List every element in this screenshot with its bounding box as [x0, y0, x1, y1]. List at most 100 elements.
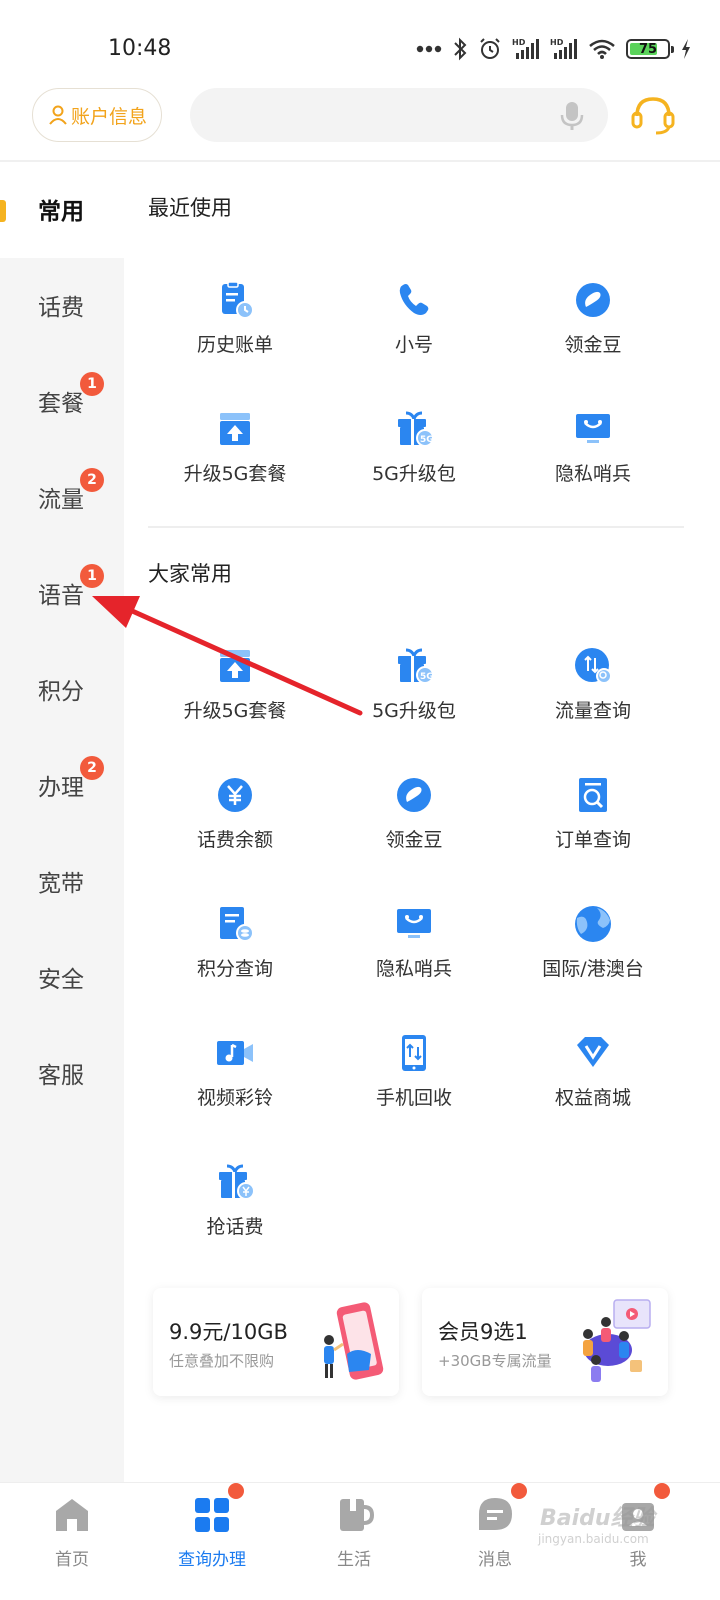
account-info-button[interactable]: 账户信息	[32, 88, 162, 142]
grid-item-privacy-sentinel[interactable]: 隐私哨兵	[324, 904, 504, 1014]
grid-item-label: 权益商城	[554, 1087, 631, 1109]
notification-badge: 1	[80, 564, 104, 588]
data-query-icon	[573, 646, 613, 686]
notification-badge: 2	[80, 756, 104, 780]
promo-title: 9.9元/10GB	[169, 1320, 288, 1344]
search-input[interactable]	[210, 88, 550, 142]
category-sidebar: 常用 话费 套餐 1 流量 2 语音 1 积分 办理 2 宽带 安全 客服	[0, 162, 124, 1482]
more-dots-icon	[416, 45, 442, 53]
phone-icon	[394, 280, 434, 320]
watermark-sub: jingyan.baidu.com	[538, 1532, 649, 1546]
grid-item-label: 话费余额	[196, 829, 273, 851]
privacy-monitor-icon	[394, 904, 434, 944]
active-indicator	[0, 200, 6, 222]
grid-item-label: 视频彩铃	[196, 1087, 273, 1109]
search-bar[interactable]	[190, 88, 608, 142]
phone-recycle-icon	[394, 1033, 434, 1073]
video-ringtone-icon	[215, 1033, 255, 1073]
promo-card-data-pack[interactable]: 9.9元/10GB 任意叠加不限购	[153, 1288, 399, 1396]
account-info-label: 账户信息	[70, 105, 147, 128]
nav-query-handle[interactable]: 查询办理	[140, 1483, 284, 1600]
grid-item-points-query[interactable]: 积分查询	[145, 904, 325, 1014]
bean-icon	[394, 775, 434, 815]
grid-item-label: 隐私哨兵	[375, 958, 452, 980]
notification-dot	[511, 1483, 527, 1499]
microphone-icon[interactable]	[560, 100, 584, 132]
svg-text:5G: 5G	[420, 435, 434, 445]
order-search-icon	[573, 775, 613, 815]
status-icons: HD HD 75	[416, 34, 692, 64]
watermark: Baidu经验	[540, 1506, 655, 1531]
sidebar-item-label: 客服	[38, 1063, 84, 1089]
grid-item-label: 升级5G套餐	[183, 463, 287, 485]
globe-icon	[573, 904, 613, 944]
sidebar-item-voice[interactable]: 语音 1	[0, 546, 124, 642]
grid-item-grab-credit[interactable]: 抢话费	[145, 1162, 325, 1272]
grid-item-sub-number[interactable]: 小号	[324, 280, 504, 390]
grid-item-gold-bean[interactable]: 领金豆	[503, 280, 683, 390]
gift-5g-icon: 5G	[394, 409, 434, 449]
grid-item-label: 升级5G套餐	[183, 700, 287, 722]
grid-item-bill-history[interactable]: 历史账单	[145, 280, 325, 390]
sidebar-item-security[interactable]: 安全	[0, 930, 124, 1026]
sidebar-item-plan[interactable]: 套餐 1	[0, 354, 124, 450]
sidebar-item-service[interactable]: 客服	[0, 1026, 124, 1122]
nav-label: 消息	[478, 1550, 512, 1570]
user-icon	[49, 105, 67, 125]
status-time: 10:48	[108, 36, 172, 61]
nav-label: 首页	[55, 1550, 89, 1570]
notification-dot	[654, 1483, 670, 1499]
recent-section-title: 最近使用	[148, 196, 232, 220]
grid-item-rights-mall[interactable]: 权益商城	[503, 1033, 683, 1143]
points-icon	[215, 904, 255, 944]
grid-item-phone-recycle[interactable]: 手机回收	[324, 1033, 504, 1143]
status-bar: 10:48 HD HD 75	[0, 0, 720, 90]
grid-item-label: 手机回收	[375, 1087, 452, 1109]
promo-title: 会员9选1	[438, 1320, 528, 1344]
grid-item-5g-pack[interactable]: 5G 5G升级包	[324, 409, 504, 519]
grid-item-privacy-sentinel[interactable]: 隐私哨兵	[503, 409, 683, 519]
battery-icon: 75	[626, 39, 674, 59]
grid-item-label: 积分查询	[196, 958, 273, 980]
grid-item-gold-bean[interactable]: 领金豆	[324, 775, 504, 885]
gift-5g-icon: 5G	[394, 646, 434, 686]
sidebar-item-label: 话费	[38, 295, 84, 321]
yuan-icon	[215, 775, 255, 815]
hd-signal-icon: HD	[512, 38, 539, 59]
sidebar-item-data[interactable]: 流量 2	[0, 450, 124, 546]
sidebar-item-broadband[interactable]: 宽带	[0, 834, 124, 930]
grid-item-international[interactable]: 国际/港澳台	[503, 904, 683, 1014]
nav-label: 生活	[337, 1550, 371, 1570]
grid-item-label: 领金豆	[564, 334, 622, 356]
promo-phone-illustration	[324, 1302, 384, 1380]
grid-item-label: 5G升级包	[372, 463, 456, 485]
section-divider	[148, 526, 684, 528]
promo-subtitle: 任意叠加不限购	[169, 1352, 275, 1370]
alarm-icon	[480, 38, 500, 59]
upgrade-icon	[215, 646, 255, 686]
notification-dot	[228, 1483, 244, 1499]
sidebar-item-common[interactable]: 常用	[0, 162, 124, 258]
sidebar-item-label: 积分	[38, 679, 84, 705]
sidebar-item-bill[interactable]: 话费	[0, 258, 124, 354]
customer-service-icon[interactable]	[630, 94, 676, 136]
nav-home[interactable]: 首页	[0, 1483, 144, 1600]
sidebar-item-points[interactable]: 积分	[0, 642, 124, 738]
grid-item-upgrade-5g[interactable]: 升级5G套餐	[145, 646, 325, 756]
nav-life[interactable]: 生活	[282, 1483, 426, 1600]
home-icon	[56, 1499, 88, 1531]
promo-subtitle: +30GB专属流量	[438, 1352, 552, 1370]
grid-item-data-query[interactable]: 流量查询	[503, 646, 683, 756]
grid-item-order-query[interactable]: 订单查询	[503, 775, 683, 885]
grid-item-upgrade-5g[interactable]: 升级5G套餐	[145, 409, 325, 519]
nav-label: 我	[629, 1550, 647, 1570]
grid-item-5g-pack[interactable]: 5G 5G升级包	[324, 646, 504, 756]
grid-item-video-ringtone[interactable]: 视频彩铃	[145, 1033, 325, 1143]
privacy-monitor-icon	[573, 409, 613, 449]
promo-card-membership[interactable]: 会员9选1 +30GB专属流量	[422, 1288, 668, 1396]
gift-yuan-icon	[215, 1162, 255, 1202]
bluetooth-icon	[454, 37, 467, 61]
grid-item-balance[interactable]: 话费余额	[145, 775, 325, 885]
svg-text:HD: HD	[512, 38, 526, 47]
sidebar-item-handle[interactable]: 办理 2	[0, 738, 124, 834]
